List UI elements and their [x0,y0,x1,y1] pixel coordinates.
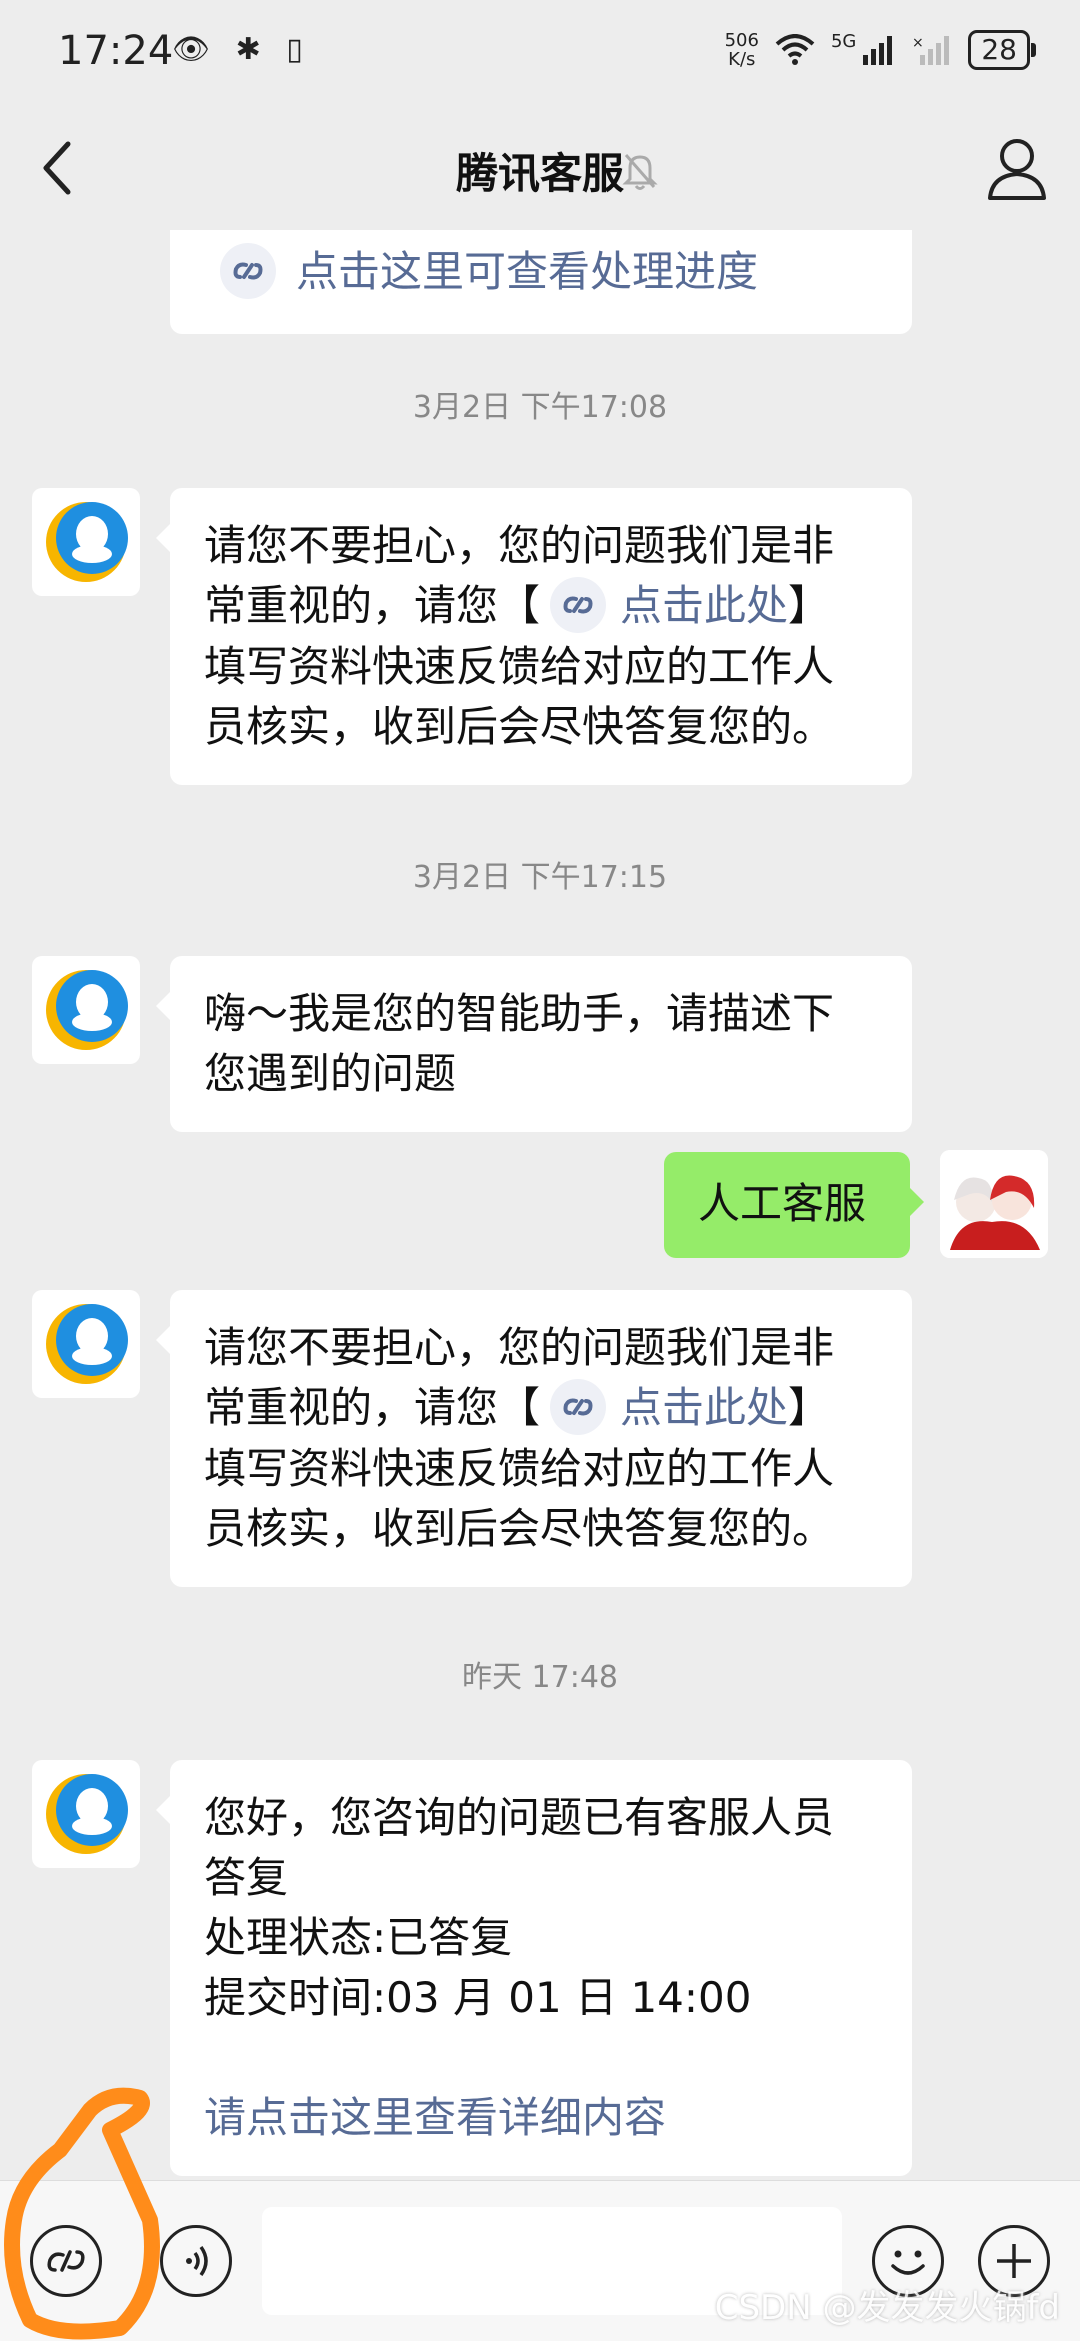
status-right-icons: 506 K/s 5G × 28 [725,30,1036,70]
signal-secondary-icon: × [912,35,950,65]
message-line: 填写资料快速反馈给对应的工作人 [204,641,835,691]
chat-header: 腾讯客服 [0,110,1080,230]
chat-title: 腾讯客服 [455,149,624,198]
timestamp: 3月2日 下午17:08 [412,390,668,425]
message-line: 提交时间:03 月 01 日 14:00 [204,1973,752,2022]
wifi-icon [775,34,815,65]
timestamp: 3月2日 下午17:15 [412,860,668,895]
voice-button[interactable] [160,2225,232,2297]
tencent-service-avatar[interactable] [32,1760,140,1868]
message-line: 员核实，收到后会尽快答复您的。 [204,701,835,751]
message-line: 常重视的，请您【 点击此处】 [204,1378,878,1439]
message-line: 常重视的，请您【 点击此处】 [204,576,878,637]
message-text: 】 [788,581,831,630]
message-line: 员核实，收到后会尽快答复您的。 [204,1503,835,1553]
mini-program-icon [220,242,276,299]
progress-link-card[interactable]: 点击这里可查看处理进度 [170,230,912,334]
tencent-service-avatar[interactable] [32,956,140,1064]
user-message: 人工客服 [664,1152,924,1258]
tencent-service-avatar[interactable] [32,488,140,596]
net-speed-unit: K/s [728,49,756,70]
detail-link[interactable]: 请点击这里查看详细内容 [204,2088,878,2148]
mini-program-button[interactable] [30,2225,102,2297]
status-time: 17:24 [58,28,174,74]
net-speed-value: 506 [724,30,759,51]
net-speed: 506 K/s [725,31,759,69]
click-here-link[interactable]: 点击此处 [620,581,788,630]
message-line: 处理状态:已答复 [204,1913,513,1962]
click-here-link[interactable]: 点击此处 [620,1383,788,1432]
service-message: 请您不要担心，您的问题我们是非 常重视的，请您【 点击此处】 填写资料快速反馈给对… [156,1290,912,1587]
status-left-icons: 👁 ✱ ▯ [172,32,311,67]
mini-program-icon [550,576,607,633]
message-line: 您遇到的问题 [204,1049,457,1098]
watermark: CSDN @发发发火锅fd [714,2288,1060,2328]
user-avatar[interactable] [940,1150,1048,1258]
chat-message-list[interactable]: 点击这里可查看处理进度 3月2日 下午17:08 请您不要担心，您的问题我们是非… [0,230,1080,2180]
mini-program-icon [550,1378,607,1435]
message-text: 常重视的，请您【 [204,1383,541,1432]
svg-text:×: × [912,35,924,51]
battery-indicator: 28 [968,30,1036,70]
status-bar: 17:24 👁 ✱ ▯ 506 K/s 5G × 28 [0,0,1080,110]
message-line: 请您不要担心，您的问题我们是非 [204,521,835,570]
message-line: 请您不要担心，您的问题我们是非 [204,1323,835,1372]
message-line: 人工客服 [698,1179,867,1228]
tencent-service-avatar[interactable] [32,1290,140,1398]
service-message: 请您不要担心，您的问题我们是非 常重视的，请您【 点击此处】 填写资料快速反馈给对… [156,488,912,785]
timestamp: 昨天 17:48 [462,1660,618,1695]
mute-bell-icon [622,154,658,190]
message-line: 答复 [204,1853,289,1902]
message-text: 常重视的，请您【 [204,581,541,630]
progress-link-text[interactable]: 点击这里可查看处理进度 [296,247,758,296]
service-message: 您好，您咨询的问题已有客服人员 答复 处理状态:已答复 提交时间:03 月 01… [156,1760,912,2176]
service-message: 嗨～我是您的智能助手，请描述下 您遇到的问题 [156,956,912,1132]
message-text: 】 [788,1383,831,1432]
message-line: 您好，您咨询的问题已有客服人员 [204,1793,835,1842]
message-line: 嗨～我是您的智能助手，请描述下 [204,989,835,1038]
message-line: 填写资料快速反馈给对应的工作人 [204,1443,835,1493]
network-type: 5G [830,30,857,52]
signal-icon [863,36,893,65]
profile-icon[interactable] [986,136,1048,202]
